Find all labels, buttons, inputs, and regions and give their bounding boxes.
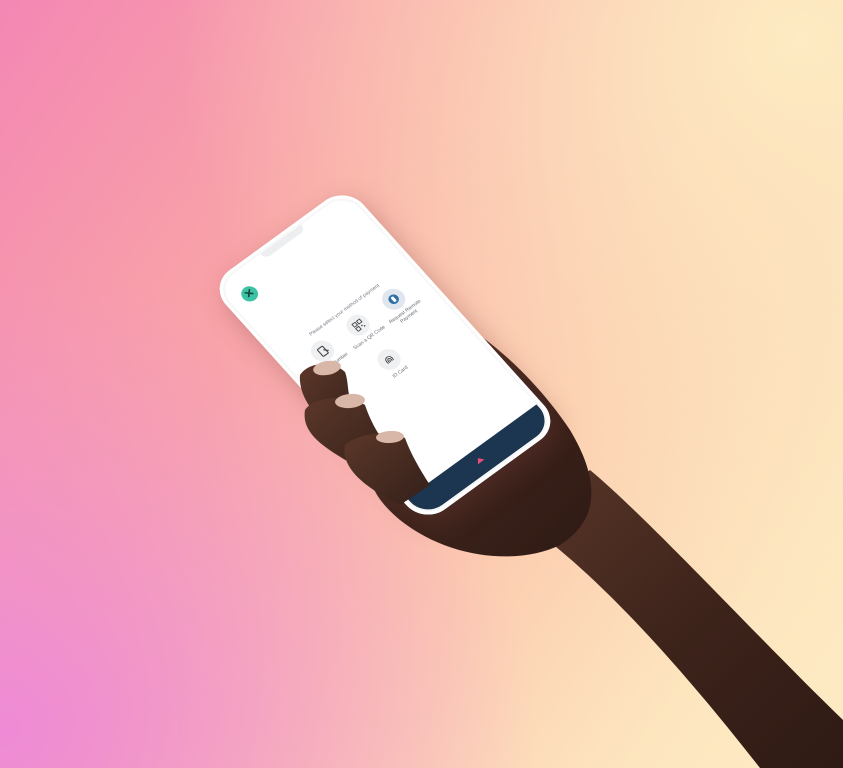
fingers	[299, 360, 430, 505]
finger-ring	[344, 433, 430, 505]
